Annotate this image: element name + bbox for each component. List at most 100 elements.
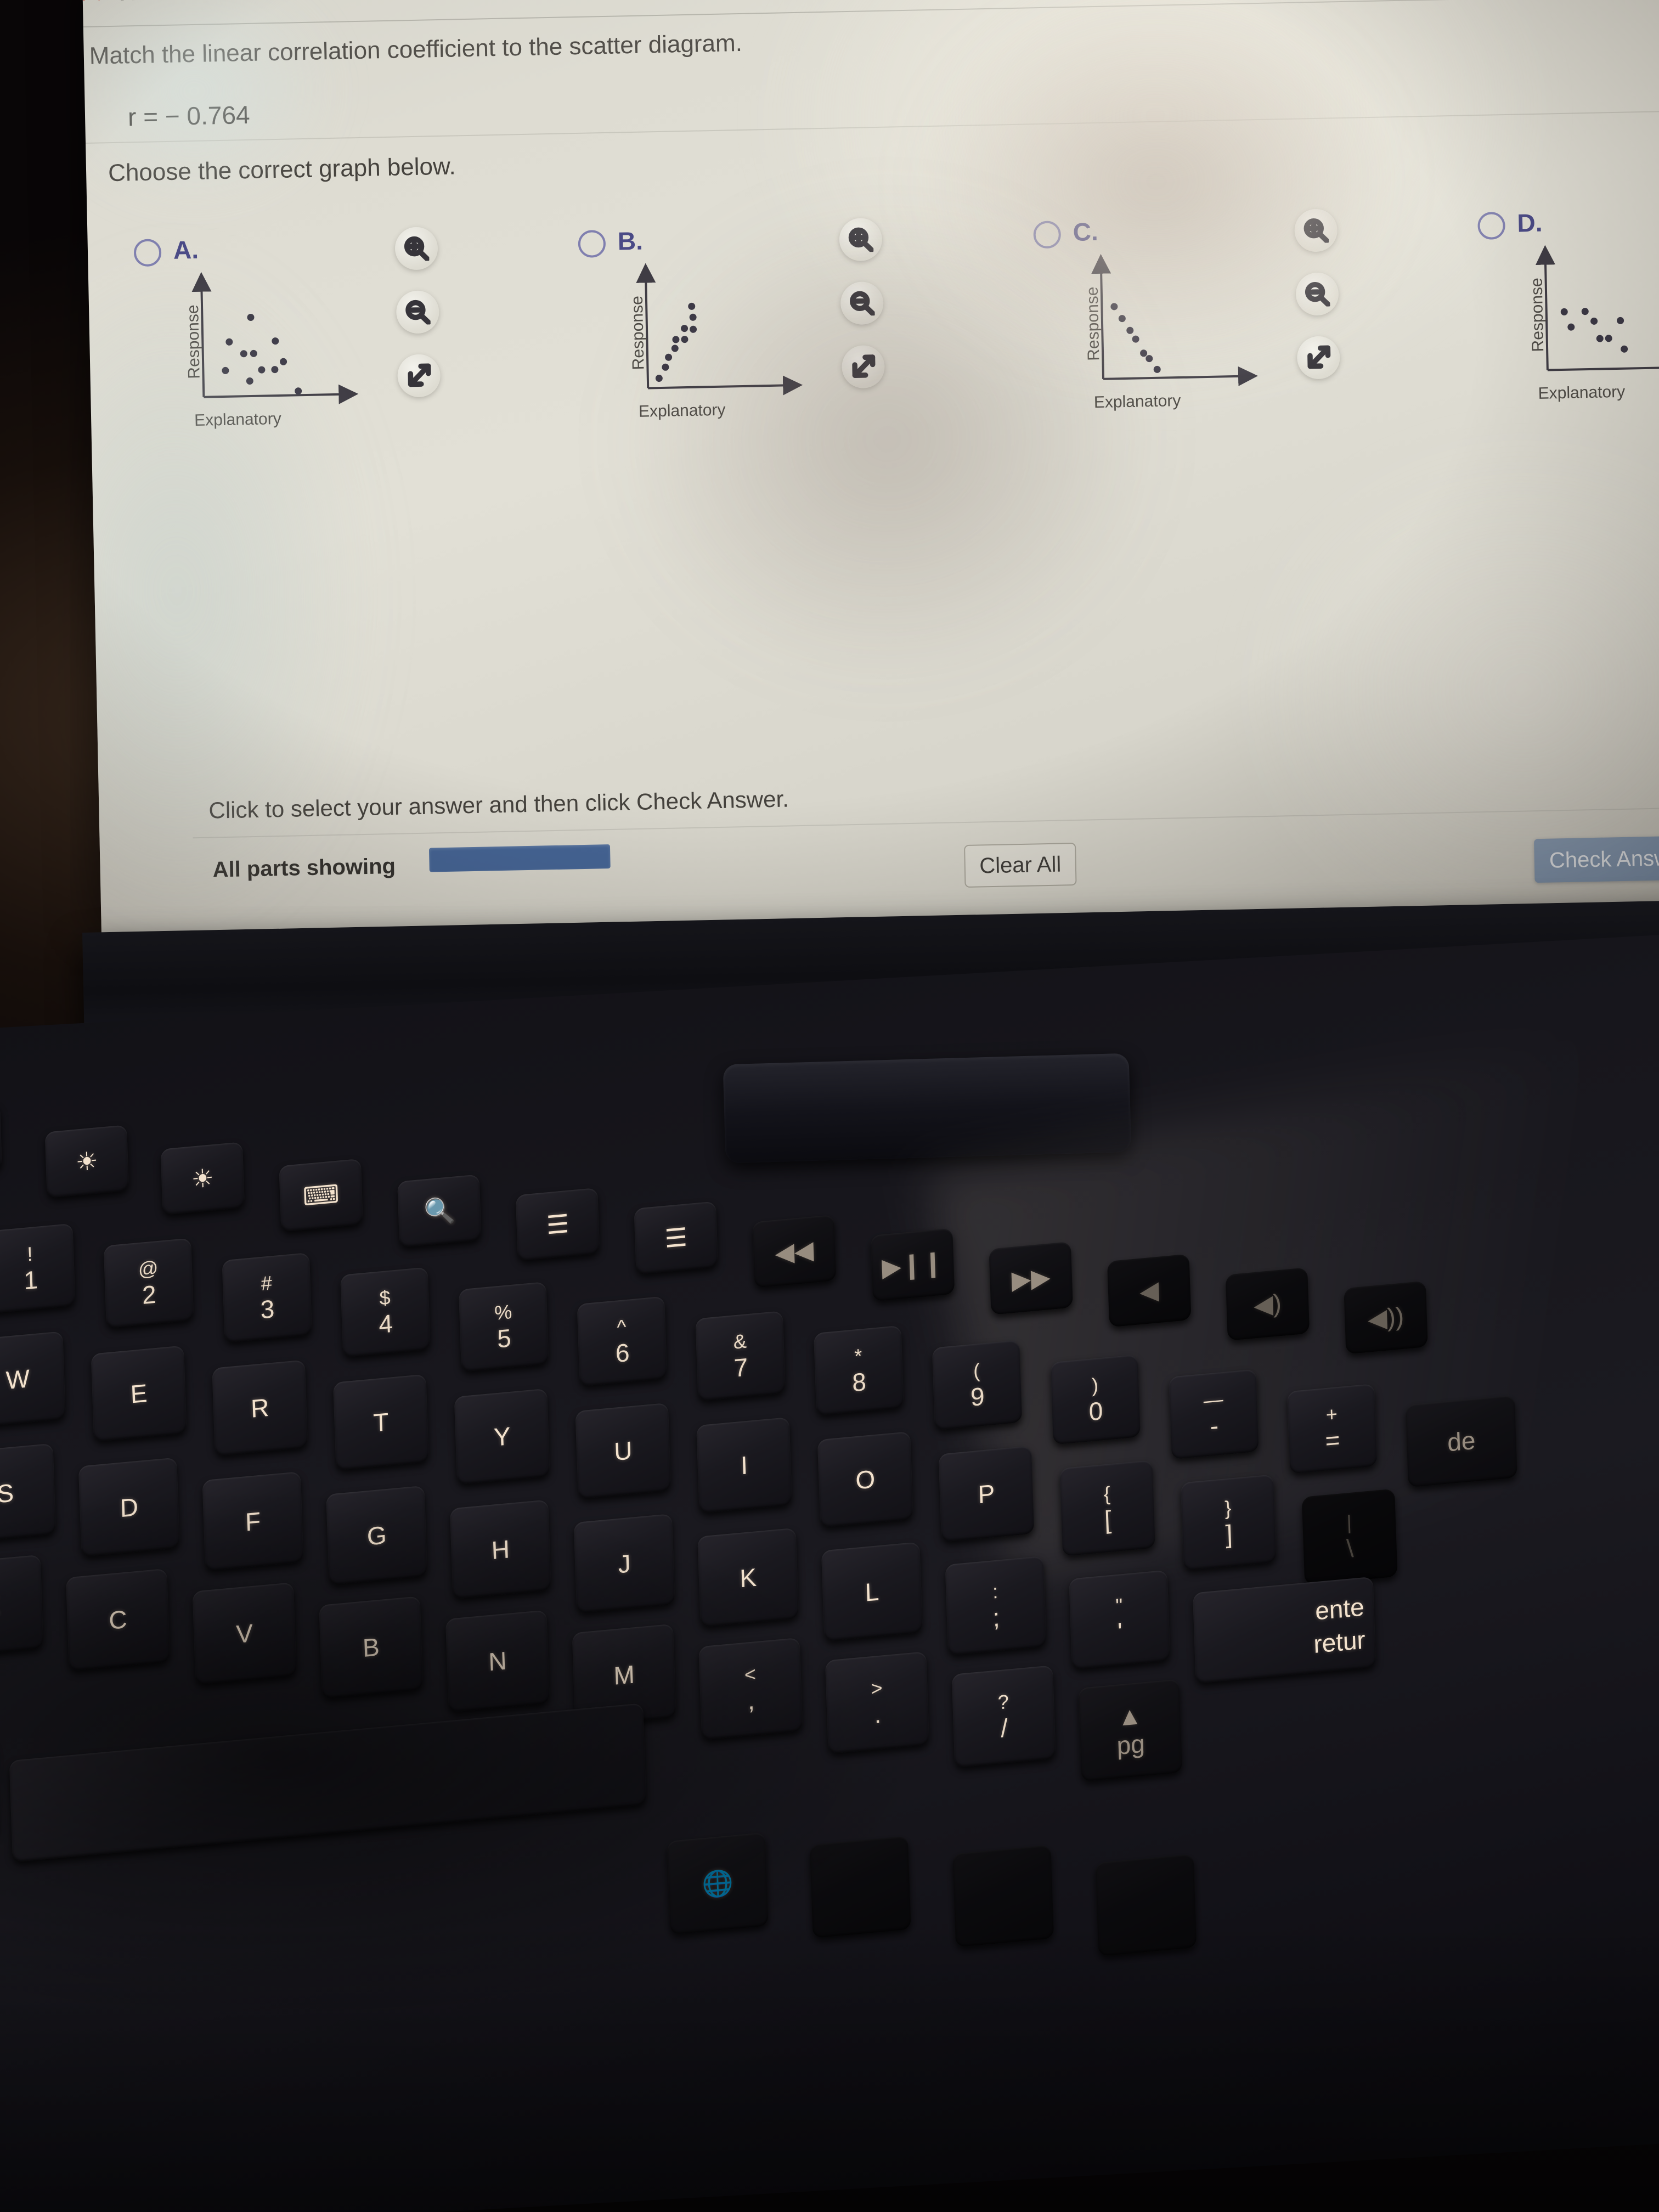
key-1[interactable]: ! 1: [0, 1223, 76, 1314]
key-space[interactable]: [9, 1703, 647, 1863]
key-label: C: [108, 1604, 128, 1635]
key-keyboard-backlight[interactable]: ⌨: [279, 1158, 363, 1232]
key-delete[interactable]: de: [1405, 1395, 1518, 1488]
radio-b[interactable]: [578, 229, 606, 258]
keyboard[interactable]: ▭ ☀ ☀ ⌨ 🔍 ☰ ☰ ◀◀ ▶❙❙ ▶▶ ◀ ◀) ◀)) ~ `: [0, 933, 1659, 2212]
key-label-return: retur: [1313, 1624, 1366, 1658]
key-y[interactable]: Y: [454, 1388, 550, 1485]
key-slash[interactable]: ? /: [951, 1665, 1056, 1768]
key-globe[interactable]: 🌐: [667, 1832, 769, 1935]
radio-a[interactable]: [133, 239, 162, 267]
zoom-in-icon[interactable]: [839, 217, 883, 262]
key-dictation[interactable]: ☰: [515, 1187, 600, 1261]
key-label-bot: 5: [496, 1323, 512, 1353]
key-6[interactable]: ^ 6: [577, 1296, 668, 1387]
key-w[interactable]: W: [0, 1331, 66, 1427]
key-equals[interactable]: + =: [1286, 1384, 1378, 1474]
expand-icon[interactable]: [397, 354, 441, 398]
volume-down-icon: ◀): [1253, 1288, 1282, 1320]
key-l[interactable]: L: [821, 1542, 923, 1641]
key-5[interactable]: % 5: [458, 1282, 549, 1372]
key-e[interactable]: E: [91, 1345, 187, 1442]
key-k[interactable]: K: [697, 1527, 799, 1628]
key-s[interactable]: S: [0, 1443, 57, 1543]
key-period[interactable]: >.: [825, 1651, 930, 1754]
zoom-out-icon[interactable]: [396, 290, 440, 334]
key-t[interactable]: T: [333, 1374, 429, 1471]
key-9[interactable]: ( 9: [932, 1340, 1023, 1430]
choice-b[interactable]: B. Response Explanatory: [532, 202, 958, 446]
key-3[interactable]: # 3: [222, 1252, 313, 1343]
key-label: de: [1447, 1425, 1476, 1457]
key-play-pause[interactable]: ▶❙❙: [870, 1228, 955, 1302]
choice-a[interactable]: A. Response Explanatory: [87, 211, 514, 455]
radio-d[interactable]: [1477, 212, 1506, 240]
key-j[interactable]: J: [573, 1514, 675, 1613]
key-fn[interactable]: [809, 1836, 911, 1938]
key-label-top: —: [1203, 1387, 1224, 1412]
key-label: T: [373, 1407, 390, 1437]
zoom-in-icon[interactable]: [1294, 208, 1338, 252]
key-search[interactable]: 🔍: [397, 1174, 482, 1248]
key-label: I: [740, 1451, 748, 1480]
key-label-bot: 9: [970, 1381, 985, 1412]
key-label: R: [250, 1392, 270, 1423]
key-7[interactable]: & 7: [695, 1311, 786, 1401]
play-pause-icon: ▶❙❙: [881, 1248, 944, 1282]
key-r[interactable]: R: [212, 1359, 308, 1457]
key-volume-up[interactable]: ◀)): [1344, 1280, 1428, 1355]
key-do-not-disturb[interactable]: ☰: [634, 1201, 719, 1275]
key-0[interactable]: ) 0: [1050, 1354, 1141, 1445]
key-brightness-up[interactable]: ☀: [160, 1142, 245, 1215]
key-rewind[interactable]: ◀◀: [752, 1215, 837, 1288]
key-b[interactable]: B: [319, 1596, 424, 1699]
key-enter-return[interactable]: ente retur: [1192, 1576, 1376, 1684]
check-answer-button[interactable]: Check Answer: [1534, 835, 1659, 883]
key-arrow-down[interactable]: [1095, 1854, 1197, 1956]
key-4[interactable]: $ 4: [340, 1267, 431, 1358]
key-comma[interactable]: <,: [698, 1637, 803, 1740]
key-g[interactable]: G: [326, 1485, 428, 1585]
key-label-bot: 8: [851, 1367, 867, 1397]
choice-c[interactable]: C. Response Explanatory: [987, 193, 1414, 437]
key-backslash[interactable]: | \: [1301, 1488, 1398, 1585]
key-v[interactable]: V: [192, 1582, 297, 1685]
key-fast-forward[interactable]: ▶▶: [989, 1242, 1073, 1315]
key-h[interactable]: H: [449, 1499, 551, 1599]
choice-d[interactable]: D. Response Explanatory: [1431, 184, 1659, 428]
key-label-bot: 3: [259, 1294, 275, 1324]
expand-icon[interactable]: [841, 345, 885, 389]
clear-all-button[interactable]: Clear All: [964, 842, 1077, 888]
key-2[interactable]: @ 2: [103, 1238, 194, 1329]
key-8[interactable]: * 8: [814, 1325, 904, 1416]
zoom-out-icon[interactable]: [1295, 272, 1339, 316]
key-label-top: ): [1091, 1373, 1099, 1397]
key-f[interactable]: F: [202, 1471, 304, 1571]
key-n[interactable]: N: [445, 1610, 550, 1713]
key-minus[interactable]: — -: [1169, 1369, 1259, 1460]
key-volume-down[interactable]: ◀): [1225, 1267, 1310, 1341]
key-u[interactable]: U: [575, 1402, 672, 1499]
answer-hint: Click to select your answer and then cli…: [208, 786, 789, 823]
key-x[interactable]: X: [0, 1554, 44, 1657]
key-c[interactable]: C: [65, 1568, 171, 1671]
key-page-up[interactable]: ▲ pg: [1078, 1679, 1183, 1782]
key-esc[interactable]: ▭: [0, 1103, 3, 1177]
key-brightness-down[interactable]: ☀: [44, 1125, 129, 1198]
key-quote[interactable]: " ': [1069, 1570, 1171, 1670]
key-mute[interactable]: ◀: [1107, 1254, 1192, 1328]
key-semicolon[interactable]: :;: [945, 1555, 1047, 1656]
scatter-plot-c: Response Explanatory: [1081, 253, 1258, 411]
key-i[interactable]: I: [696, 1417, 793, 1514]
key-arrow-left[interactable]: [952, 1844, 1054, 1948]
key-p[interactable]: P: [938, 1446, 1035, 1542]
key-bracket-right[interactable]: }]: [1180, 1474, 1277, 1571]
expand-icon[interactable]: [1296, 336, 1341, 380]
question-prompt: Match the linear correlation coefficient…: [89, 29, 743, 70]
key-o[interactable]: O: [817, 1431, 913, 1528]
zoom-out-icon[interactable]: [840, 281, 884, 325]
key-d[interactable]: D: [78, 1457, 180, 1557]
radio-c[interactable]: [1033, 221, 1062, 249]
key-bracket-left[interactable]: {[: [1059, 1460, 1156, 1556]
zoom-in-icon[interactable]: [394, 227, 438, 270]
